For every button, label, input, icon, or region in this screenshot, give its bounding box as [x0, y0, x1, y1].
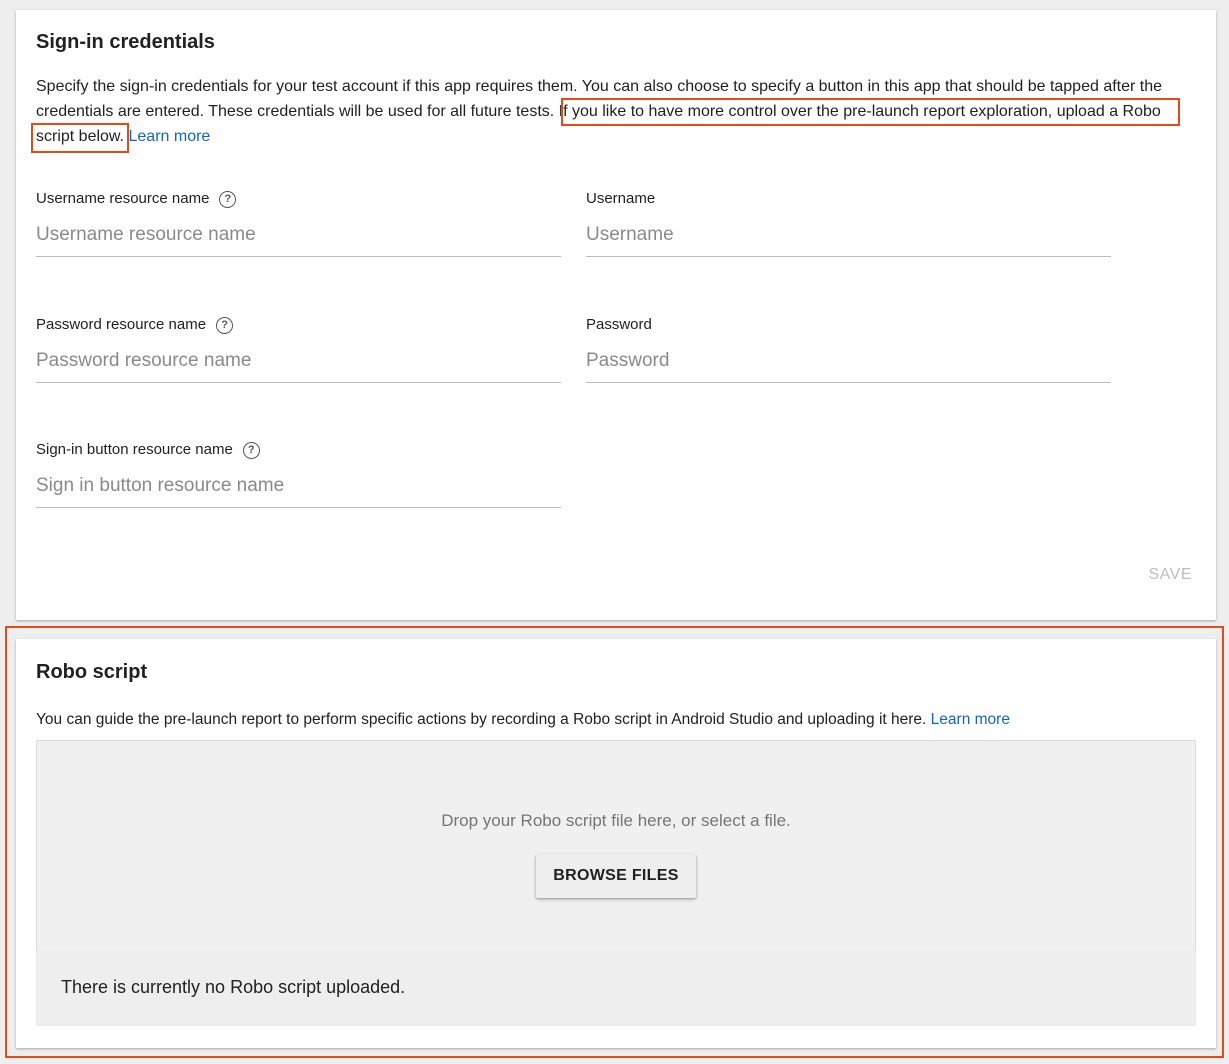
- username-input[interactable]: [586, 218, 1111, 257]
- password-input[interactable]: [586, 344, 1111, 383]
- signin-description-highlight-1: If you like to have more control over th…: [558, 103, 1161, 120]
- signin-credentials-card: Sign-in credentials Specify the sign-in …: [16, 10, 1216, 620]
- password-resource-field: Password resource name ?: [36, 314, 561, 383]
- signin-button-resource-input[interactable]: [36, 469, 561, 508]
- robo-description-text: You can guide the pre-launch report to p…: [36, 711, 927, 728]
- robo-script-dropzone[interactable]: Drop your Robo script file here, or sele…: [36, 740, 1196, 952]
- signin-button-resource-field: Sign-in button resource name ?: [36, 439, 561, 508]
- signin-description-highlight-2: script below.: [36, 128, 125, 145]
- robo-status-area: There is currently no Robo script upload…: [36, 951, 1196, 1026]
- browse-files-button[interactable]: BROWSE FILES: [536, 854, 696, 898]
- username-resource-input[interactable]: [36, 218, 561, 257]
- password-resource-label: Password resource name: [36, 316, 207, 333]
- signin-button-resource-label: Sign-in button resource name: [36, 441, 233, 458]
- signin-section-title: Sign-in credentials: [36, 31, 215, 53]
- robo-learn-more-link[interactable]: Learn more: [931, 711, 1010, 728]
- robo-section-title: Robo script: [36, 661, 148, 683]
- help-icon[interactable]: ?: [219, 190, 237, 208]
- signin-description: Specify the sign-in credentials for your…: [36, 74, 1202, 149]
- save-button[interactable]: SAVE: [1149, 566, 1193, 584]
- password-field: Password: [586, 314, 1111, 383]
- robo-status-text: There is currently no Robo script upload…: [61, 977, 406, 997]
- robo-script-card: Robo script You can guide the pre-launch…: [16, 639, 1216, 1048]
- password-label: Password: [586, 316, 652, 333]
- username-resource-label: Username resource name: [36, 190, 210, 207]
- help-icon[interactable]: ?: [242, 441, 260, 459]
- signin-learn-more-link[interactable]: Learn more: [129, 128, 211, 145]
- username-resource-field: Username resource name ?: [36, 188, 561, 257]
- username-label: Username: [586, 190, 656, 207]
- dropzone-text: Drop your Robo script file here, or sele…: [441, 811, 791, 830]
- password-resource-input[interactable]: [36, 344, 561, 383]
- robo-description: You can guide the pre-launch report to p…: [36, 707, 1202, 732]
- username-field: Username: [586, 188, 1111, 257]
- help-icon[interactable]: ?: [216, 316, 234, 334]
